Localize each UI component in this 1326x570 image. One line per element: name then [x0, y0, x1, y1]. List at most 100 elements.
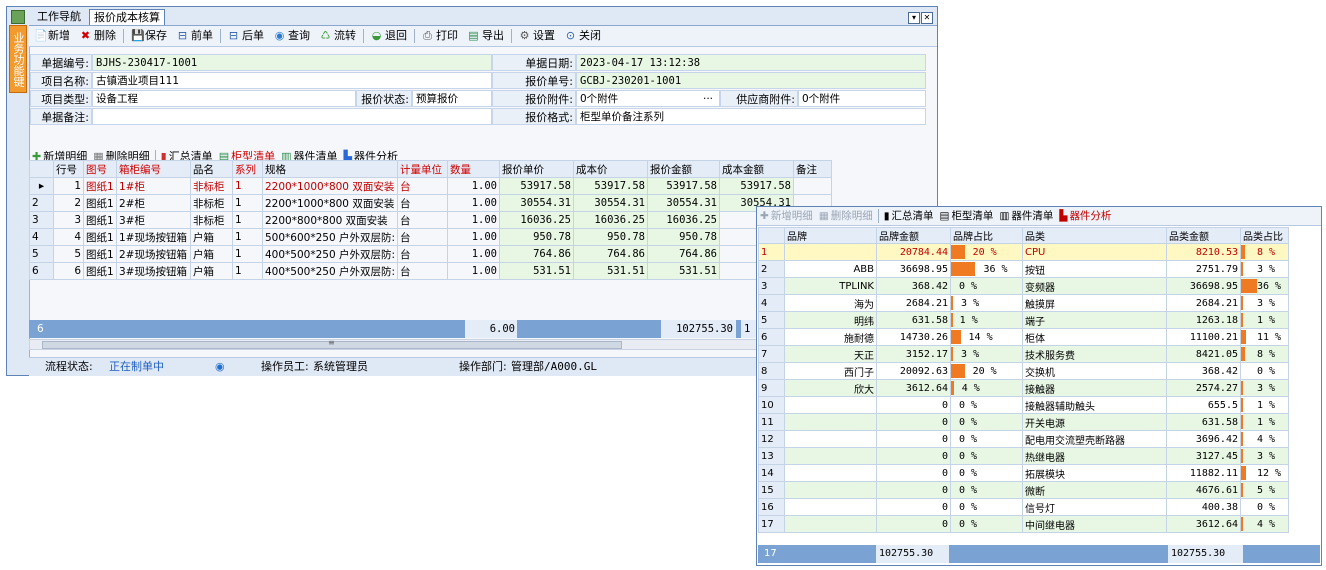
close-icon[interactable]: ✕	[921, 12, 933, 24]
column-header[interactable]: 备注	[793, 160, 832, 178]
analysis-column-header[interactable]: 品牌金额	[876, 227, 951, 244]
brand-amount-cell[interactable]: 631.58	[876, 311, 951, 329]
table-row[interactable]: 5 5 图纸1 2#现场按钮箱 户箱 1 400*500*250 户外双层防: 台 1.00 76…	[29, 245, 832, 263]
brand-share-cell[interactable]: 20 %	[950, 243, 1023, 261]
table-cell[interactable]: 3#现场按钮箱	[116, 262, 191, 280]
table-cell[interactable]: 2200*1000*800 双面安装	[262, 194, 398, 212]
brand-share-cell[interactable]: 1 %	[950, 311, 1023, 329]
category-cell[interactable]: 配电用交流塑壳断路器	[1022, 430, 1167, 448]
brand-cell[interactable]: 海为	[784, 294, 877, 312]
category-share-cell[interactable]: 0 %	[1240, 498, 1289, 516]
analysis-row[interactable]: 12 0 0 % 配电用交流塑壳断路器 3696.42 4 %	[758, 430, 1289, 448]
table-cell[interactable]: 3#柜	[116, 211, 191, 229]
remark-field[interactable]	[92, 108, 492, 125]
return-button[interactable]: ◒ 退回	[366, 26, 412, 46]
column-header[interactable]: 箱柜编号	[116, 160, 191, 178]
category-amount-cell[interactable]: 2751.79	[1166, 260, 1241, 278]
category-share-cell[interactable]: 5 %	[1240, 481, 1289, 499]
brand-amount-cell[interactable]: 2684.21	[876, 294, 951, 312]
table-cell[interactable]: 5	[53, 245, 84, 263]
table-cell[interactable]: 1	[232, 211, 263, 229]
brand-share-cell[interactable]: 0 %	[950, 447, 1023, 465]
category-share-cell[interactable]: 3 %	[1240, 447, 1289, 465]
category-cell[interactable]: 微断	[1022, 481, 1167, 499]
category-amount-cell[interactable]: 36698.95	[1166, 277, 1241, 295]
brand-cell[interactable]: 天正	[784, 345, 877, 363]
row-indicator[interactable]: 4	[29, 228, 54, 246]
category-amount-cell[interactable]: 11882.11	[1166, 464, 1241, 482]
flow-button[interactable]: ♺ 流转	[315, 26, 361, 46]
table-cell[interactable]: 2	[53, 194, 84, 212]
table-cell[interactable]: 1.00	[447, 245, 500, 263]
category-cell[interactable]: 热继电器	[1022, 447, 1167, 465]
brand-share-cell[interactable]: 0 %	[950, 413, 1023, 431]
table-cell[interactable]: 图纸1	[83, 228, 117, 246]
doc-no-field[interactable]: BJHS-230417-1001	[92, 54, 492, 71]
analysis-row[interactable]: 4 海为 2684.21 3 % 触摸屏 2684.21 3 %	[758, 294, 1289, 312]
table-cell[interactable]: 图纸1	[83, 245, 117, 263]
table-cell[interactable]: 台	[397, 211, 448, 229]
table-cell[interactable]: 图纸1	[83, 177, 117, 195]
table-cell[interactable]: 台	[397, 245, 448, 263]
quote-no-field[interactable]: GCBJ-230201-1001	[576, 72, 926, 89]
column-header[interactable]: 计量单位	[397, 160, 448, 178]
table-cell[interactable]: 图纸1	[83, 211, 117, 229]
analysis-row[interactable]: 2 ABB 36698.95 36 % 按钮 2751.79 3 %	[758, 260, 1289, 278]
category-amount-cell[interactable]: 1263.18	[1166, 311, 1241, 329]
table-cell[interactable]: 图纸1	[83, 194, 117, 212]
brand-cell[interactable]: 施耐德	[784, 328, 877, 346]
table-cell[interactable]: 户箱	[190, 245, 233, 263]
category-cell[interactable]: 接触器	[1022, 379, 1167, 397]
quote-attach-field[interactable]: 0个附件 ···	[576, 90, 720, 107]
brand-amount-cell[interactable]: 368.42	[876, 277, 951, 295]
doc-date-field[interactable]: 2023-04-17 13:12:38	[576, 54, 926, 71]
brand-amount-cell[interactable]: 0	[876, 481, 951, 499]
column-header[interactable]: 成本金额	[719, 160, 794, 178]
table-cell[interactable]: 1.00	[447, 177, 500, 195]
table-cell[interactable]: 950.78	[499, 228, 574, 246]
category-amount-cell[interactable]: 2574.27	[1166, 379, 1241, 397]
print-button[interactable]: ⎙ 打印	[417, 26, 463, 46]
analysis-row[interactable]: 15 0 0 % 微断 4676.61 5 %	[758, 481, 1289, 499]
category-cell[interactable]: 柜体	[1022, 328, 1167, 346]
category-amount-cell[interactable]: 4676.61	[1166, 481, 1241, 499]
category-cell[interactable]: CPU	[1022, 243, 1167, 261]
category-share-cell[interactable]: 8 %	[1240, 345, 1289, 363]
tab-quote-cost[interactable]: 报价成本核算	[89, 9, 165, 25]
category-cell[interactable]: 交换机	[1022, 362, 1167, 380]
column-header[interactable]: 成本价	[573, 160, 648, 178]
category-share-cell[interactable]: 1 %	[1240, 311, 1289, 329]
table-cell[interactable]: 非标柜	[190, 177, 233, 195]
category-amount-cell[interactable]: 3127.45	[1166, 447, 1241, 465]
table-row[interactable]: 2 2 图纸1 2#柜 非标柜 1 2200*1000*800 双面安装台 1.00 30554…	[29, 194, 832, 212]
category-share-cell[interactable]: 8 %	[1240, 243, 1289, 261]
table-cell[interactable]: 16036.25	[499, 211, 574, 229]
brand-amount-cell[interactable]: 3612.64	[876, 379, 951, 397]
delete-button[interactable]: ✖ 删除	[75, 26, 121, 46]
table-cell[interactable]: 531.51	[499, 262, 574, 280]
analysis-row[interactable]: 11 0 0 % 开关电源 631.58 1 %	[758, 413, 1289, 431]
table-cell[interactable]: 1.00	[447, 262, 500, 280]
project-type-field[interactable]: 设备工程	[92, 90, 356, 107]
brand-amount-cell[interactable]: 20784.44	[876, 243, 951, 261]
brand-amount-cell[interactable]: 0	[876, 430, 951, 448]
refresh-icon[interactable]: ◉	[215, 358, 225, 376]
table-cell[interactable]: 1#柜	[116, 177, 191, 195]
analysis-row[interactable]: 14 0 0 % 拓展模块 11882.11 12 %	[758, 464, 1289, 482]
table-cell[interactable]: 1	[53, 177, 84, 195]
brand-cell[interactable]: ABB	[784, 260, 877, 278]
brand-amount-cell[interactable]: 0	[876, 413, 951, 431]
analysis-row[interactable]: 1 20784.44 20 % CPU 8210.53 8 %	[758, 243, 1289, 261]
category-share-cell[interactable]: 3 %	[1240, 379, 1289, 397]
brand-amount-cell[interactable]: 3152.17	[876, 345, 951, 363]
brand-share-cell[interactable]: 3 %	[950, 345, 1023, 363]
category-cell[interactable]: 端子	[1022, 311, 1167, 329]
brand-cell[interactable]	[784, 396, 877, 414]
table-cell[interactable]: 1.00	[447, 194, 500, 212]
an-delete-detail-button[interactable]: ▦ 删除明细	[816, 207, 876, 225]
table-row[interactable]: ▸ 1 图纸1 1#柜 非标柜 1 2200*1000*800 双面安装台 1.00 53917…	[29, 177, 832, 195]
project-name-field[interactable]: 古镇酒业项目111	[92, 72, 492, 89]
analysis-column-header[interactable]: 品牌占比	[950, 227, 1023, 244]
table-cell[interactable]: 16036.25	[647, 211, 720, 229]
category-amount-cell[interactable]: 2684.21	[1166, 294, 1241, 312]
